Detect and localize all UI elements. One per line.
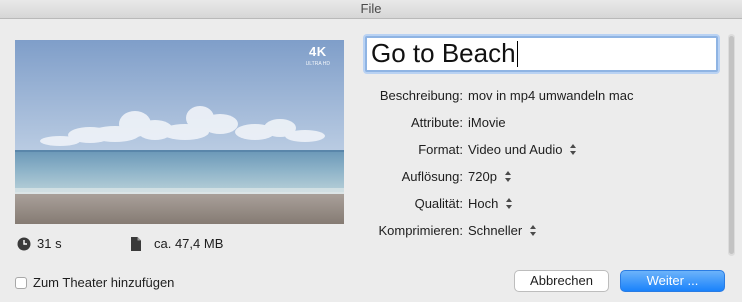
document-icon [131, 236, 141, 251]
text-caret [516, 41, 518, 67]
add-to-theater-label: Zum Theater hinzufügen [33, 275, 175, 290]
field-compress[interactable]: Komprimieren: Schneller [360, 217, 720, 244]
updown-arrows-icon [504, 171, 512, 182]
field-label: Auflösung: [401, 169, 463, 184]
field-attributes[interactable]: Attribute: iMovie [360, 109, 720, 136]
continue-button[interactable]: Weiter ... [620, 270, 725, 292]
attributes-value[interactable]: iMovie [468, 115, 506, 130]
field-label: Beschreibung: [379, 88, 463, 103]
field-label: Komprimieren: [378, 223, 463, 238]
file-size-info: ca. 47,4 MB [130, 236, 223, 251]
field-resolution[interactable]: Auflösung: 720p [360, 163, 720, 190]
vertical-scrollbar[interactable] [728, 34, 735, 256]
beach-thumbnail-image [15, 40, 344, 224]
title-input[interactable]: Go to Beach [365, 36, 718, 72]
field-format[interactable]: Format: Video und Audio [360, 136, 720, 163]
compress-popup[interactable]: Schneller [468, 223, 537, 238]
quality-popup[interactable]: Hoch [468, 196, 513, 211]
resolution-popup[interactable]: 720p [468, 169, 512, 184]
field-description[interactable]: Beschreibung: mov in mp4 umwandeln mac [360, 82, 720, 109]
clock-icon [17, 237, 31, 250]
updown-arrows-icon [570, 144, 577, 155]
add-to-theater-checkbox[interactable] [15, 276, 27, 289]
cancel-button[interactable]: Abbrechen [514, 270, 609, 292]
add-to-theater-option[interactable]: Zum Theater hinzufügen [15, 275, 174, 290]
window-title: File [0, 0, 742, 19]
description-value[interactable]: mov in mp4 umwandeln mac [468, 88, 633, 103]
scrollbar-thumb[interactable] [729, 36, 734, 254]
updown-arrows-icon [506, 198, 513, 209]
duration-info: 31 s [17, 236, 62, 251]
field-label: Qualität: [414, 196, 463, 211]
duration-value: 31 s [37, 236, 62, 251]
video-preview: 4K ULTRA HD [15, 40, 344, 224]
file-size-value: ca. 47,4 MB [154, 236, 224, 251]
updown-arrows-icon [530, 225, 537, 236]
title-input-value: Go to Beach [371, 38, 516, 68]
export-settings: Beschreibung: mov in mp4 umwandeln mac A… [360, 82, 720, 244]
field-quality[interactable]: Qualität: Hoch [360, 190, 720, 217]
4k-badge: 4K ULTRA HD [305, 44, 330, 67]
format-popup[interactable]: Video und Audio [468, 142, 577, 157]
field-label: Attribute: [410, 115, 463, 130]
field-label: Format: [418, 142, 463, 157]
